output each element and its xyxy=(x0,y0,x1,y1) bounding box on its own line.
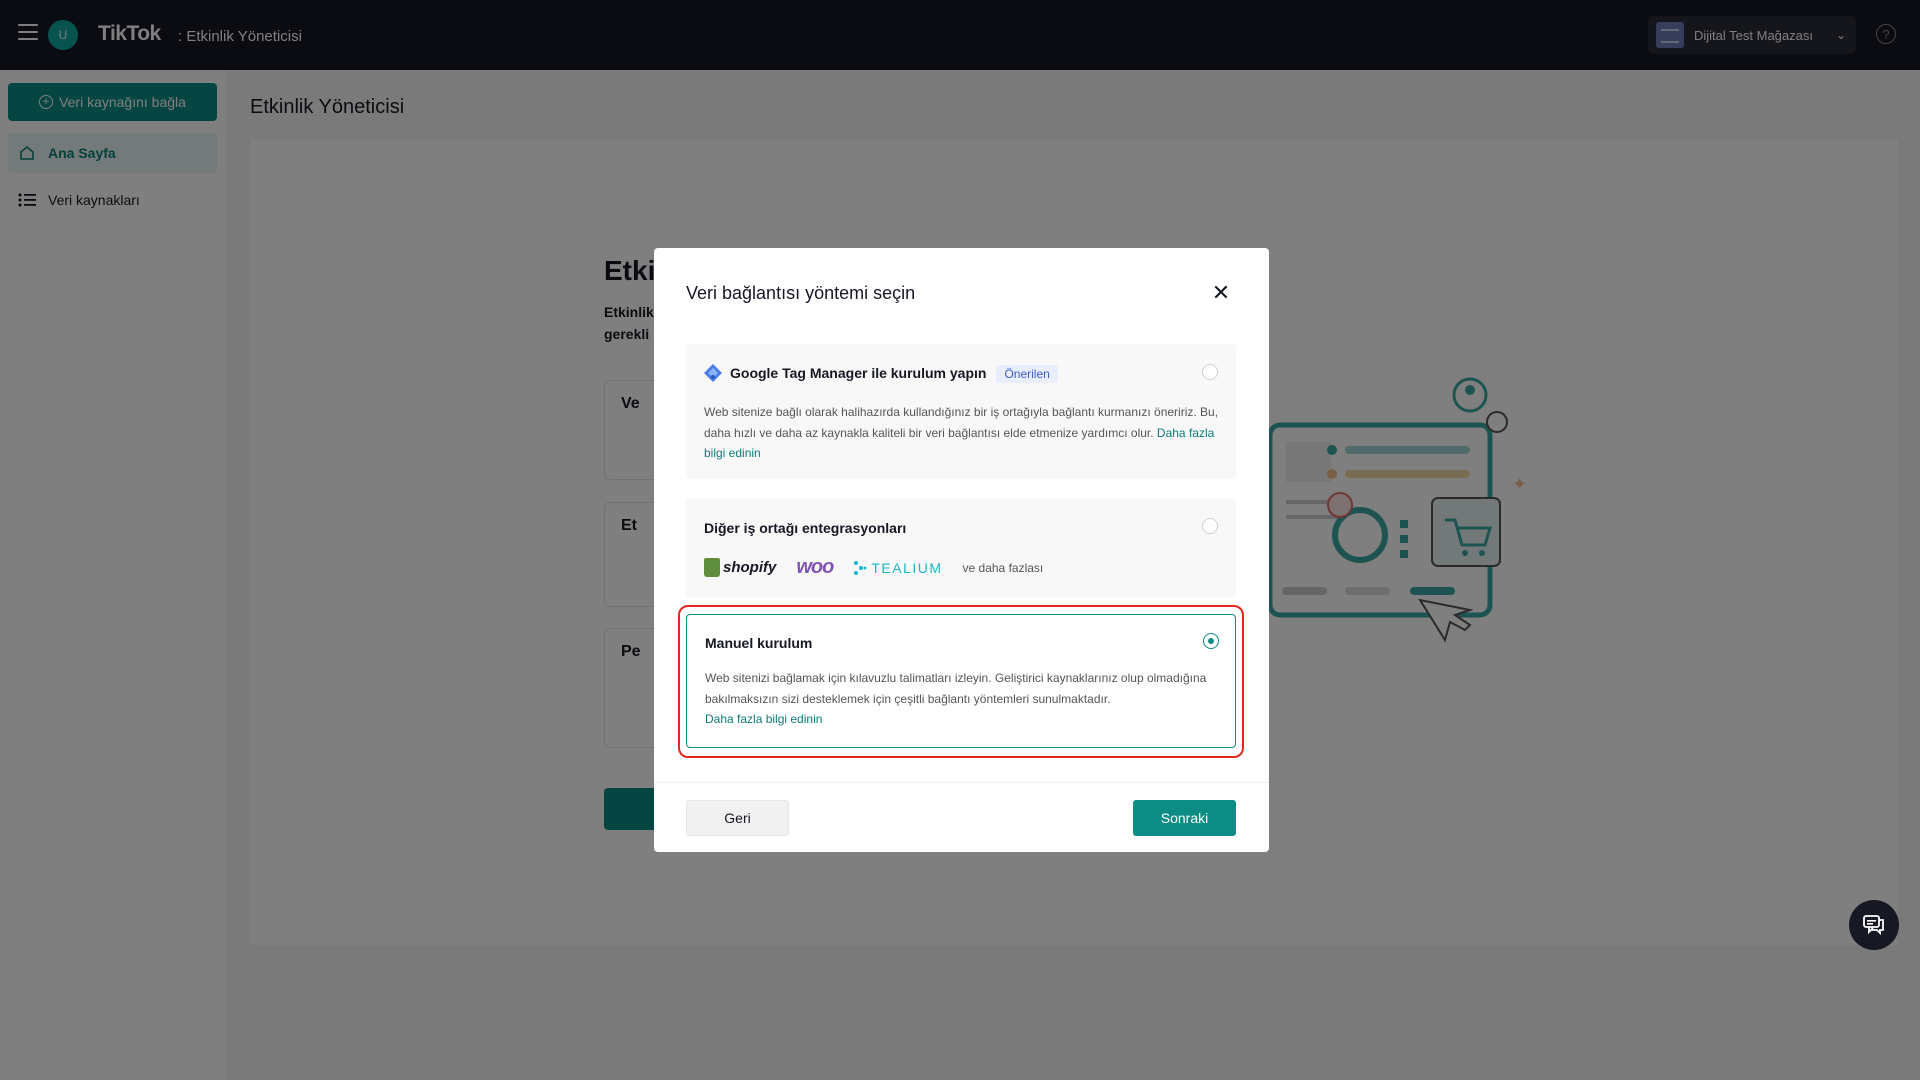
option-description-text: Web sitenize bağlı olarak halihazırda ku… xyxy=(704,405,1219,440)
option-description: Web sitenizi bağlamak için kılavuzlu tal… xyxy=(705,668,1225,730)
option-title-text: Google Tag Manager ile kurulum yapın xyxy=(730,365,987,381)
close-icon[interactable]: ✕ xyxy=(1209,281,1233,305)
chat-support-button[interactable] xyxy=(1849,900,1899,950)
google-tag-manager-icon xyxy=(704,364,722,382)
learn-more-link[interactable]: Daha fazla bilgi edinin xyxy=(705,712,822,726)
back-button[interactable]: Geri xyxy=(686,800,789,836)
option-partner-integrations[interactable]: Diğer iş ortağı entegrasyonları shopify … xyxy=(686,498,1236,598)
option-radio-selected[interactable] xyxy=(1203,633,1219,649)
option-google-tag-manager[interactable]: Google Tag Manager ile kurulum yapın Öner… xyxy=(686,344,1236,479)
dialog-footer-divider xyxy=(654,782,1269,783)
option-title: Manuel kurulum xyxy=(705,635,813,651)
option-description-text: Web sitenizi bağlamak için kılavuzlu tal… xyxy=(705,671,1207,706)
partner-logos: shopify woo TEALIUM ve daha fazlası xyxy=(704,556,1043,579)
option-radio[interactable] xyxy=(1202,364,1218,380)
next-button[interactable]: Sonraki xyxy=(1133,800,1236,836)
tealium-logo: TEALIUM xyxy=(853,560,942,576)
dialog-title: Veri bağlantısı yöntemi seçin xyxy=(686,283,916,303)
woo-logo: woo xyxy=(796,556,834,578)
tealium-icon xyxy=(854,560,867,575)
shopify-logo-text: shopify xyxy=(723,559,777,576)
recommended-badge: Önerilen xyxy=(996,365,1058,383)
more-partners-text: ve daha fazlası xyxy=(962,560,1044,575)
option-title: Diğer iş ortağı entegrasyonları xyxy=(704,520,907,536)
option-title: Google Tag Manager ile kurulum yapın Öner… xyxy=(730,365,1058,383)
chat-icon xyxy=(1863,915,1884,936)
shopify-bag-icon xyxy=(704,558,720,577)
option-radio[interactable] xyxy=(1202,518,1218,534)
tealium-logo-text: TEALIUM xyxy=(871,559,943,576)
option-manual-setup[interactable]: Manuel kurulum Web sitenizi bağlamak içi… xyxy=(686,614,1236,748)
connection-method-dialog: Veri bağlantısı yöntemi seçin ✕ Google T… xyxy=(654,248,1269,852)
option-description: Web sitenize bağlı olarak halihazırda ku… xyxy=(704,402,1224,464)
shopify-logo: shopify xyxy=(704,558,776,577)
